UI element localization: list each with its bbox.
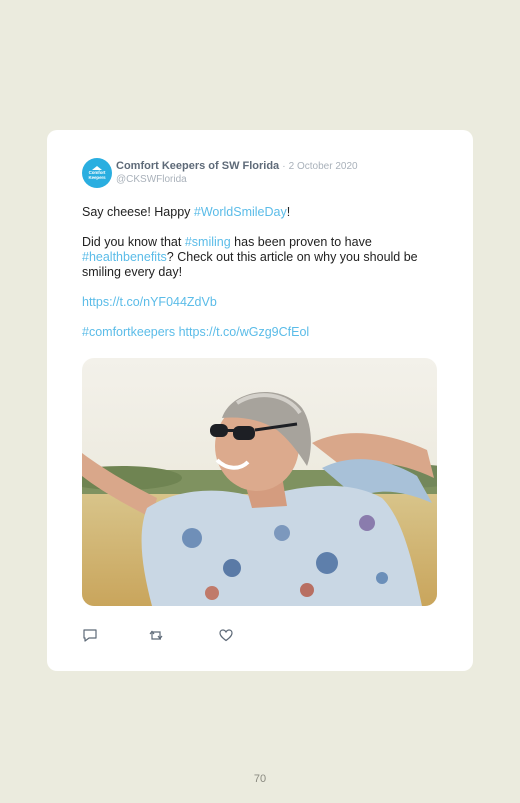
text-segment: Did you know that: [82, 235, 185, 249]
text-segment: has been proven to have: [230, 235, 372, 249]
article-link[interactable]: https://t.co/nYF044ZdVb: [82, 295, 217, 309]
hashtag-healthbenefits[interactable]: #healthbenefits: [82, 250, 167, 264]
tweet-header: Comfort Keepers of SW Florida · 2 Octobe…: [116, 159, 456, 186]
reply-icon[interactable]: [82, 627, 98, 643]
text-segment: !: [286, 205, 291, 219]
hashtag-comfortkeepers[interactable]: #comfortkeepers: [82, 325, 175, 339]
tweet-date[interactable]: 2 October 2020: [289, 161, 358, 172]
tweet-paragraph-1: Say cheese! Happy #WorldSmileDay!: [82, 205, 434, 220]
tweet-paragraph-2: Did you know that #smiling has been prov…: [82, 235, 434, 280]
author-handle[interactable]: @CKSWFlorida: [116, 174, 456, 186]
heart-icon[interactable]: [218, 627, 234, 643]
hashtag-smiling[interactable]: #smiling: [185, 235, 231, 249]
tweet-text: Say cheese! Happy #WorldSmileDay! Did yo…: [82, 205, 434, 355]
retweet-icon[interactable]: [148, 627, 164, 643]
tweet-paragraph-3: https://t.co/nYF044ZdVb: [82, 295, 434, 310]
avatar[interactable]: Comfort Keepers: [82, 158, 112, 188]
tweet-actions: [82, 627, 282, 643]
tweet-paragraph-4: #comfortkeepers https://t.co/wGzg9CfEol: [82, 325, 434, 340]
media-link[interactable]: https://t.co/wGzg9CfEol: [179, 325, 310, 339]
author-name[interactable]: Comfort Keepers of SW Florida: [116, 160, 279, 172]
page-number: 70: [253, 773, 267, 785]
tweet-photo[interactable]: [82, 358, 437, 606]
separator: ·: [282, 161, 286, 172]
hashtag-worldsmileday[interactable]: #WorldSmileDay: [194, 205, 287, 219]
author-line: Comfort Keepers of SW Florida · 2 Octobe…: [116, 159, 456, 174]
tweet-card: Comfort Keepers Comfort Keepers of SW Fl…: [47, 130, 473, 671]
text-segment: Say cheese! Happy: [82, 205, 194, 219]
smiling-woman-photo: [82, 358, 437, 606]
avatar-brand-line2: Keepers: [88, 174, 106, 180]
